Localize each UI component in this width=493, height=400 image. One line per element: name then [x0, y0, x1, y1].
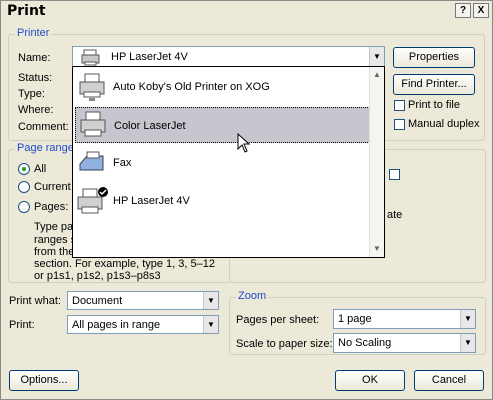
page-range-help-3: from the — [34, 246, 75, 258]
scroll-up-icon[interactable]: ▲ — [370, 68, 384, 82]
pages-per-sheet-value: 1 page — [338, 313, 372, 325]
close-button[interactable]: X — [473, 3, 489, 18]
print-to-file-checkbox[interactable] — [394, 100, 405, 111]
cancel-button[interactable]: Cancel — [414, 370, 484, 391]
chevron-down-icon[interactable]: ▼ — [369, 47, 384, 67]
printer-name-combo[interactable]: HP LaserJet 4V ▼ — [72, 46, 385, 68]
print-label: Print: — [9, 319, 35, 331]
current-page-radio[interactable] — [18, 181, 30, 193]
printer-name-value: HP LaserJet 4V — [111, 51, 188, 63]
print-dialog: Print ? X Printer Name: Status: Type: Wh… — [0, 0, 493, 400]
copies-spin-partial[interactable] — [389, 169, 400, 180]
dropdown-item-label: Auto Koby's Old Printer on XOG — [113, 81, 270, 93]
status-label: Status: — [18, 72, 53, 84]
name-label: Name: — [18, 52, 51, 64]
print-what-combo[interactable]: Document ▼ — [67, 291, 219, 310]
scale-to-paper-value: No Scaling — [338, 337, 392, 349]
print-combo[interactable]: All pages in range ▼ — [67, 315, 219, 334]
type-label: Type: — [18, 88, 45, 100]
printer-icon — [81, 49, 100, 66]
page-range-help-4: section. For example, type 1, 3, 5–12 — [34, 258, 215, 270]
pages-label: Pages: — [34, 201, 69, 213]
manual-duplex-checkbox[interactable] — [394, 119, 405, 130]
page-range-legend: Page range — [15, 142, 76, 154]
properties-button[interactable]: Properties — [393, 47, 475, 68]
print-what-label: Print what: — [9, 295, 61, 307]
chevron-down-icon[interactable]: ▼ — [203, 316, 218, 333]
current-page-label: Current — [34, 181, 71, 193]
dropdown-scrollbar[interactable]: ▲ ▼ — [369, 67, 384, 257]
zoom-legend: Zoom — [236, 290, 269, 302]
ok-button[interactable]: OK — [335, 370, 405, 391]
printer-icon — [80, 111, 106, 137]
mouse-cursor-icon — [237, 133, 251, 153]
dropdown-item-fax[interactable]: Fax — [75, 145, 370, 181]
all-radio[interactable] — [18, 163, 30, 175]
scroll-down-icon[interactable]: ▼ — [370, 242, 384, 256]
dropdown-item-label: HP LaserJet 4V — [113, 195, 190, 207]
comment-label: Comment: — [18, 121, 69, 133]
print-value: All pages in range — [72, 319, 161, 331]
dialog-title: Print — [7, 3, 46, 19]
chevron-down-icon[interactable]: ▼ — [460, 334, 475, 352]
printer-legend: Printer — [15, 27, 52, 39]
default-printer-icon — [77, 187, 108, 214]
print-what-value: Document — [72, 295, 123, 307]
title-bar: Print ? X — [1, 1, 492, 22]
printer-dropdown-list[interactable]: Auto Koby's Old Printer on XOG Color Las… — [72, 66, 385, 258]
collate-label-fragment: ate — [387, 209, 403, 221]
where-label: Where: — [18, 104, 54, 116]
dropdown-item-auto-koby[interactable]: Auto Koby's Old Printer on XOG — [75, 69, 370, 105]
pages-radio[interactable] — [18, 201, 30, 213]
chevron-down-icon[interactable]: ▼ — [203, 292, 218, 309]
page-range-help-5: or p1s1, p1s2, p1s3–p8s3 — [34, 270, 161, 282]
dropdown-item-color-laserjet[interactable]: Color LaserJet — [75, 107, 370, 143]
manual-duplex-label: Manual duplex — [408, 118, 480, 130]
pages-per-sheet-combo[interactable]: 1 page ▼ — [333, 309, 476, 329]
print-to-file-label: Print to file — [408, 99, 460, 111]
chevron-down-icon[interactable]: ▼ — [460, 310, 475, 328]
page-range-help-1: Type pa — [34, 221, 74, 233]
dropdown-item-hp-laserjet-4v[interactable]: HP LaserJet 4V — [75, 183, 370, 219]
dropdown-item-label: Fax — [113, 157, 132, 169]
pages-per-sheet-label: Pages per sheet: — [236, 314, 320, 326]
fax-icon — [79, 151, 104, 171]
dropdown-item-label: Color LaserJet — [114, 120, 186, 132]
network-printer-icon — [79, 73, 105, 101]
find-printer-button[interactable]: Find Printer... — [393, 74, 475, 95]
page-range-help-2: ranges s — [34, 234, 77, 246]
all-label: All — [34, 163, 47, 175]
scale-to-paper-label: Scale to paper size: — [236, 338, 333, 350]
scale-to-paper-combo[interactable]: No Scaling ▼ — [333, 333, 476, 353]
options-button[interactable]: Options... — [9, 370, 79, 391]
help-button[interactable]: ? — [455, 3, 471, 18]
